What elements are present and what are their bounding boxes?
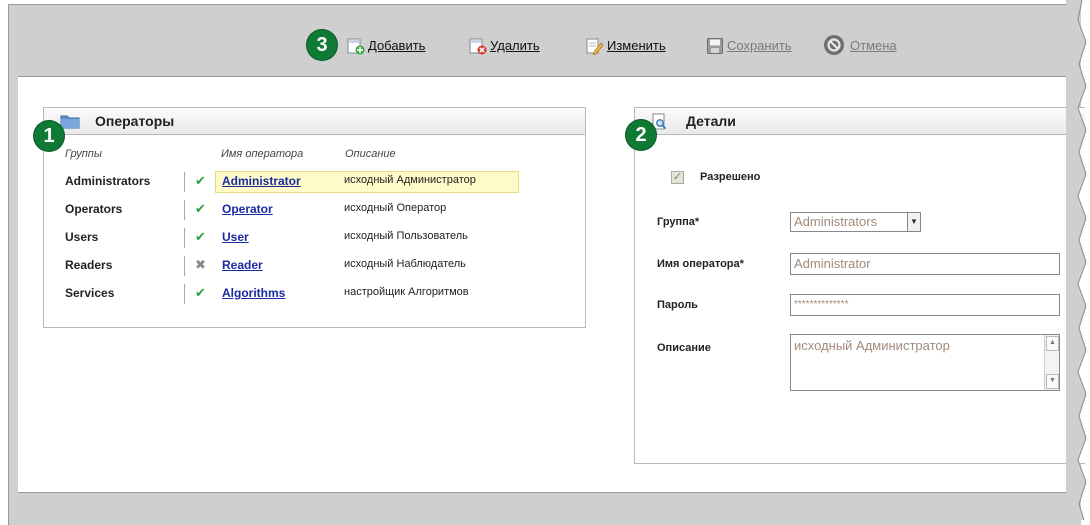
allowed-label: Разрешено (700, 171, 761, 183)
details-panel: Детали ✓ Разрешено Группа* Administrator… (634, 107, 1085, 464)
table-row[interactable]: Administrators ✔ Administrator исходный … (44, 171, 524, 193)
enabled-check-icon: ✔ (195, 285, 206, 300)
operators-panel-title: Операторы (95, 113, 175, 129)
disabled-cross-icon: ✖ (195, 257, 206, 272)
save-icon (706, 37, 723, 54)
description-textarea[interactable]: исходный Администратор ▲ ▼ (790, 334, 1060, 391)
callout-badge-1: 1 (34, 121, 64, 151)
delete-icon (469, 37, 487, 55)
callout-badge-2: 2 (626, 120, 656, 150)
cancel-icon (823, 34, 845, 56)
column-divider (184, 200, 185, 220)
operator-link[interactable]: Administrator (222, 174, 301, 188)
column-header-description: Описание (345, 148, 396, 160)
operator-name-value: Administrator (794, 256, 871, 271)
column-divider (184, 228, 185, 248)
enabled-check-icon: ✔ (195, 201, 206, 216)
group-name: Administrators (65, 174, 151, 188)
enabled-check-icon: ✔ (195, 173, 206, 188)
operator-description: исходный Наблюдатель (344, 258, 466, 270)
column-divider (184, 172, 185, 192)
delete-button-label: Удалить (490, 37, 540, 53)
column-divider (184, 284, 185, 304)
operators-panel-header: Операторы (44, 108, 585, 135)
edit-button-label: Изменить (607, 37, 666, 53)
operator-description: исходный Оператор (344, 202, 447, 214)
table-row[interactable]: Services ✔ Algorithms настройщик Алгорит… (44, 283, 524, 305)
edit-icon (586, 37, 604, 55)
table-row[interactable]: Operators ✔ Operator исходный Оператор (44, 199, 524, 221)
scroll-up-icon[interactable]: ▲ (1046, 336, 1059, 351)
group-select-value: Administrators (794, 214, 878, 229)
scroll-down-icon[interactable]: ▼ (1046, 374, 1059, 389)
operator-name-label: Имя оператора* (657, 258, 744, 270)
operator-description: исходный Администратор (344, 174, 476, 186)
details-panel-header: Детали (635, 108, 1085, 135)
operator-link[interactable]: User (222, 230, 249, 244)
column-divider (184, 256, 185, 276)
cancel-button-label: Отмена (850, 37, 897, 53)
add-icon (347, 37, 365, 55)
description-scrollbar[interactable]: ▲ ▼ (1044, 335, 1059, 390)
operator-link[interactable]: Algorithms (222, 286, 285, 300)
group-name: Operators (65, 202, 123, 216)
group-label: Группа* (657, 216, 700, 228)
group-name: Services (65, 286, 115, 300)
operator-link[interactable]: Reader (222, 258, 263, 272)
add-button[interactable]: Добавить (347, 35, 425, 55)
torn-edge (1066, 0, 1087, 520)
edit-button[interactable]: Изменить (586, 35, 666, 55)
chevron-down-icon[interactable]: ▼ (907, 213, 920, 231)
group-name: Users (65, 230, 99, 244)
operator-name-field[interactable]: Administrator (790, 253, 1060, 275)
column-header-operator-name: Имя оператора (221, 148, 304, 160)
operator-description: исходный Пользователь (344, 230, 468, 242)
save-button[interactable]: Сохранить (706, 35, 792, 55)
save-button-label: Сохранить (727, 37, 792, 53)
password-value: ************** (794, 299, 849, 310)
group-select[interactable]: Administrators ▼ (790, 212, 921, 232)
cancel-button[interactable]: Отмена (823, 35, 897, 55)
password-field[interactable]: ************** (790, 294, 1060, 316)
column-header-groups: Группы (65, 148, 102, 160)
add-button-label: Добавить (368, 37, 426, 53)
app-window: 3 Добавить Удалить Изменить Сохранить От… (8, 4, 1085, 525)
operator-link[interactable]: Operator (222, 202, 273, 216)
operators-panel: Операторы Группы Имя оператора Описание … (43, 107, 586, 328)
table-row[interactable]: Readers ✖ Reader исходный Наблюдатель (44, 255, 524, 277)
table-row[interactable]: Users ✔ User исходный Пользователь (44, 227, 524, 249)
operator-description: настройщик Алгоритмов (344, 286, 469, 298)
description-value: исходный Администратор (794, 338, 950, 353)
enabled-check-icon: ✔ (195, 229, 206, 244)
group-name: Readers (65, 258, 113, 272)
workspace: Операторы Группы Имя оператора Описание … (18, 76, 1085, 493)
delete-button[interactable]: Удалить (469, 35, 540, 55)
allowed-checkbox[interactable]: ✓ (671, 171, 684, 184)
callout-badge-3: 3 (307, 30, 337, 60)
toolbar: 3 Добавить Удалить Изменить Сохранить От… (9, 5, 1069, 73)
details-panel-title: Детали (686, 113, 736, 129)
description-label: Описание (657, 342, 711, 354)
password-label: Пароль (657, 299, 698, 311)
